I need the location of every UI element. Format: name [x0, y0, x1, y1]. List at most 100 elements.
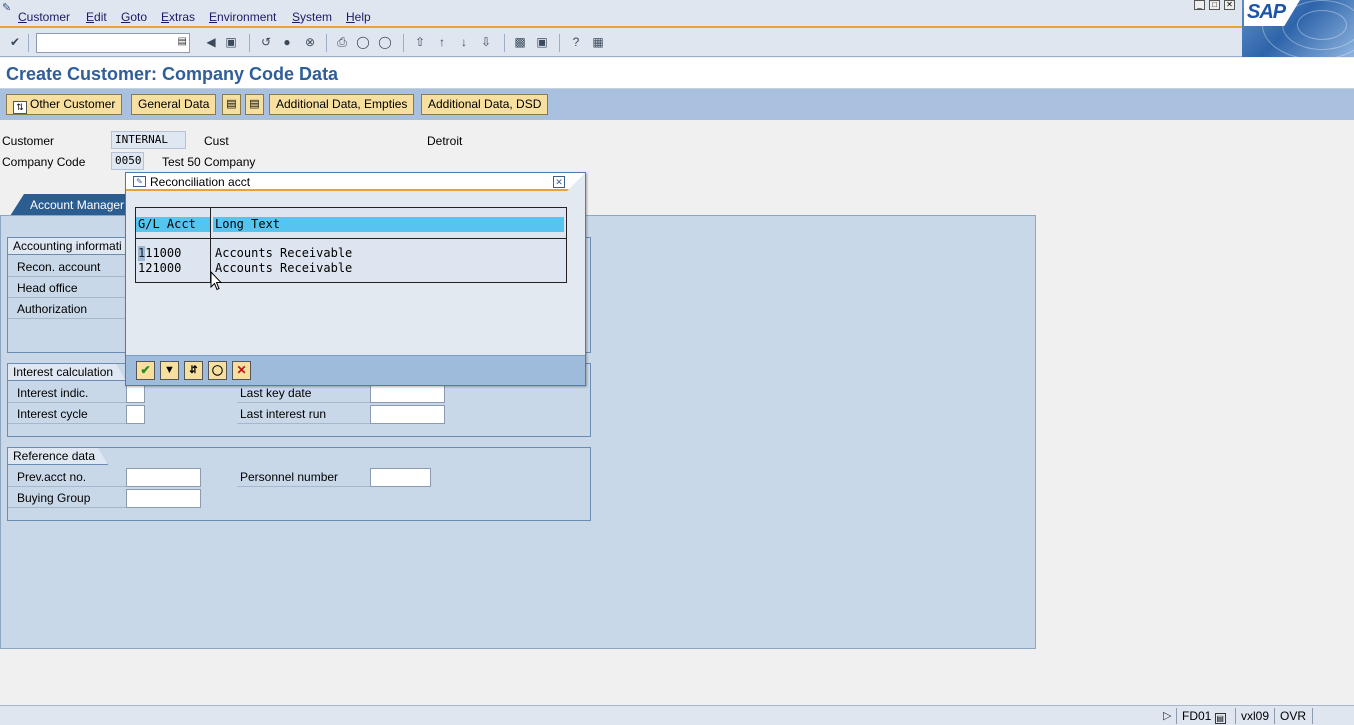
interest-indicator-input[interactable] [126, 384, 145, 403]
sap-logo: SAP [1242, 0, 1354, 57]
cancel-x-icon[interactable]: ✕ [232, 361, 251, 380]
insert-mode[interactable]: OVR [1274, 708, 1312, 724]
sap-logo-text: SAP [1247, 1, 1286, 23]
back-triangle-icon[interactable]: ◀ [203, 34, 219, 50]
minimize-icon[interactable]: _ [1194, 0, 1205, 10]
hit-list: G/L Acct Long Text 111000 Accounts Recei… [135, 207, 567, 283]
transaction-code: FD01 ▤ [1176, 708, 1234, 724]
menu-edit[interactable]: Edit [86, 10, 107, 24]
other-customer-button[interactable]: ⇅ Other Customer [6, 94, 123, 115]
dialog-title-bar: ✎ Reconciliation acct ✕ [126, 173, 585, 191]
other-customer-icon: ⇅ [13, 101, 27, 114]
find-icon[interactable]: ◯ [208, 361, 227, 380]
last-page-icon[interactable]: ⇩ [478, 34, 494, 50]
filter-icon[interactable]: ▼ [160, 361, 179, 380]
exit-icon[interactable]: ● [279, 34, 295, 50]
last-interest-run-label: Last interest run [237, 406, 370, 424]
gl-acct-cell: 121000 [138, 261, 182, 275]
column-header-gl-acct[interactable]: G/L Acct [136, 217, 210, 232]
back-icon[interactable]: ↺ [258, 34, 274, 50]
additional-data-dsd-button[interactable]: Additional Data, DSD [421, 94, 549, 115]
status-bar: ▷ FD01 ▤ vxl09 OVR [0, 705, 1354, 725]
dialog-edit-icon: ✎ [133, 176, 146, 187]
previous-page-icon[interactable]: ↑ [434, 34, 450, 50]
find-next-icon[interactable]: ◯ [377, 34, 393, 50]
list-item[interactable]: 121000 Accounts Receivable [136, 261, 566, 276]
status-expand-icon[interactable]: ▷ [1163, 709, 1171, 722]
next-screen-icon[interactable]: ▤ [245, 94, 264, 115]
company-code-field[interactable]: 0050 [111, 152, 144, 170]
list-item[interactable]: 111000 Accounts Receivable [136, 246, 566, 261]
status-field-empty [1312, 708, 1354, 724]
server-name: vxl09 [1235, 708, 1275, 724]
command-field[interactable]: ▤ [36, 33, 190, 53]
cancel-icon[interactable]: ⊗ [302, 34, 318, 50]
title-bar: Create Customer: Company Code Data [0, 58, 1354, 89]
customer-field[interactable]: INTERNAL [111, 131, 186, 149]
last-interest-run-input[interactable] [370, 405, 445, 424]
menu-customer[interactable]: Customer [18, 10, 70, 24]
buying-group-label: Buying Group [8, 490, 126, 508]
continue-check-icon[interactable]: ✔ [136, 361, 155, 380]
shortcut-icon[interactable]: ▣ [534, 34, 550, 50]
close-window-icon[interactable]: ✕ [1224, 0, 1235, 10]
command-input[interactable] [37, 34, 173, 52]
menu-environment[interactable]: Environment [209, 10, 276, 24]
find-icon[interactable]: ◯ [355, 34, 371, 50]
system-info-icon[interactable]: ▤ [1214, 713, 1226, 724]
page-title: Create Customer: Company Code Data [6, 64, 339, 84]
general-data-button[interactable]: General Data [131, 94, 217, 115]
menu-extras[interactable]: Extras [161, 10, 195, 24]
prev-account-label: Prev.acct no. [8, 469, 126, 487]
authorization-label: Authorization [8, 301, 126, 319]
mouse-pointer-icon [210, 271, 222, 291]
column-header-long-text[interactable]: Long Text [213, 217, 564, 232]
additional-data-empties-button[interactable]: Additional Data, Empties [269, 94, 415, 115]
next-page-icon[interactable]: ↓ [456, 34, 472, 50]
new-session-icon[interactable]: ▩ [512, 34, 528, 50]
long-text-cell: Accounts Receivable [215, 261, 353, 275]
interest-calculation-title: Interest calculation [8, 364, 126, 381]
last-key-date-label: Last key date [237, 385, 370, 403]
dialog-footer: ✔ ▼ ⇵ ◯ ✕ [126, 355, 585, 385]
enter-icon[interactable]: ✔ [7, 34, 23, 50]
personnel-number-input[interactable] [370, 468, 431, 487]
sort-icon[interactable]: ⇵ [184, 361, 203, 380]
personnel-number-label: Personnel number [237, 469, 370, 487]
prev-account-input[interactable] [126, 468, 201, 487]
last-key-date-input[interactable] [370, 384, 445, 403]
company-code-label: Company Code [2, 155, 86, 169]
head-office-label: Head office [8, 280, 126, 298]
other-customer-label: Other Customer [30, 97, 116, 111]
first-page-icon[interactable]: ⇧ [412, 34, 428, 50]
buying-group-input[interactable] [126, 489, 201, 508]
customer-label: Customer [2, 134, 55, 148]
tab-account-management[interactable]: Account Manager [10, 194, 130, 216]
help-icon[interactable]: ? [568, 34, 584, 50]
reference-data-group: Reference data Prev.acct no. Buying Grou… [7, 447, 591, 521]
reference-data-title: Reference data [8, 448, 108, 465]
customer-name: Cust [204, 134, 229, 148]
transaction-code-text: FD01 [1182, 709, 1212, 723]
menu-goto[interactable]: Goto [121, 10, 147, 24]
menu-help[interactable]: Help [346, 10, 371, 24]
system-menu-icon[interactable]: ✎ [2, 1, 16, 14]
company-name: Test 50 Company [162, 155, 256, 169]
dialog-title: Reconciliation acct [150, 175, 251, 189]
long-text-cell: Accounts Receivable [215, 246, 353, 260]
menu-system[interactable]: System [292, 10, 332, 24]
dialog-close-icon[interactable]: ✕ [553, 176, 565, 188]
previous-screen-icon[interactable]: ▤ [222, 94, 241, 115]
reconciliation-acct-dialog: ✎ Reconciliation acct ✕ G/L Acct Long Te… [125, 172, 586, 386]
interest-indicator-label: Interest indic. [8, 385, 126, 403]
save-icon[interactable]: ▣ [223, 34, 239, 50]
print-icon[interactable]: ⎙ [334, 34, 350, 50]
accounting-info-title: Accounting informati [8, 238, 135, 255]
layout-icon[interactable]: ▦ [590, 34, 606, 50]
application-toolbar: ⇅ Other Customer General Data ▤ ▤ Additio… [0, 89, 1354, 120]
menu-bar: ✎ Customer Edit Goto Extras Environment … [0, 0, 1354, 28]
command-history-icon[interactable]: ▤ [178, 36, 187, 47]
interest-cycle-input[interactable] [126, 405, 145, 424]
restore-icon[interactable]: □ [1209, 0, 1220, 10]
text-cursor-highlight [138, 246, 145, 261]
